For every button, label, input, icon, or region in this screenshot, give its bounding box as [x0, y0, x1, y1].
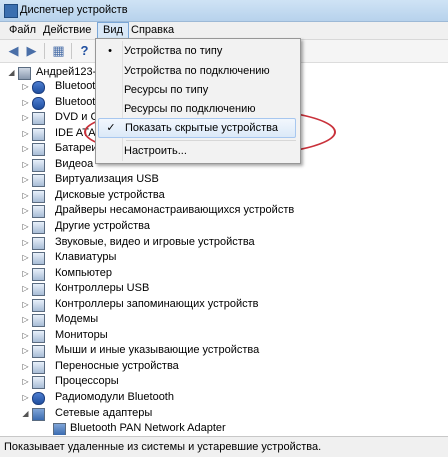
collapse-icon[interactable]: ◢ — [8, 65, 15, 80]
cpu-icon — [32, 376, 45, 390]
expand-icon[interactable]: ▷ — [22, 281, 29, 296]
menu-item-resources-by-type[interactable]: Ресурсы по типу — [98, 80, 296, 100]
help-icon[interactable]: ? — [77, 43, 92, 58]
sound-icon — [32, 236, 45, 250]
expand-icon[interactable]: ▷ — [22, 219, 29, 234]
expand-icon[interactable]: ▷ — [22, 188, 29, 203]
menu-item-resources-by-connection[interactable]: Ресурсы по подключению — [98, 99, 296, 119]
expand-icon[interactable]: ▷ — [22, 110, 29, 125]
expand-icon[interactable]: ▷ — [22, 343, 29, 358]
status-bar: Показывает удаленные из системы и устаре… — [0, 436, 448, 457]
toolbar-separator — [71, 43, 72, 59]
dvd-icon — [32, 112, 45, 126]
menu-item-show-hidden-devices[interactable]: ✓ Показать скрытые устройства — [98, 118, 296, 138]
tree-node-label: Модемы — [55, 313, 99, 326]
menu-view[interactable]: Вид — [97, 22, 129, 39]
usb-controller-icon — [32, 283, 45, 297]
menu-item-label: Устройства по типу — [124, 45, 223, 57]
expand-icon[interactable]: ▷ — [22, 359, 29, 374]
tree-node-label: Переносные устройства — [55, 359, 179, 372]
expand-icon[interactable]: ▷ — [22, 95, 29, 110]
expand-icon[interactable]: ▷ — [22, 266, 29, 281]
tree-node-label: Батареи — [55, 142, 98, 155]
ide-icon — [32, 127, 45, 141]
expand-icon[interactable]: ▷ — [22, 157, 29, 172]
properties-icon[interactable]: ▦ — [51, 43, 66, 58]
tree-node-label: Видеоа — [55, 157, 94, 170]
tree-node-label: Звуковые, видео и игровые устройства — [55, 235, 255, 248]
expand-icon[interactable]: ▷ — [22, 126, 29, 141]
bluetooth-icon — [32, 81, 45, 94]
tree-node-label: Дисковые устройства — [55, 188, 165, 201]
menu-item-label: Устройства по подключению — [124, 65, 270, 77]
display-icon — [32, 158, 45, 172]
tree-node-label: Клавиатуры — [55, 251, 117, 264]
modem-icon — [32, 314, 45, 328]
network-adapter-icon — [53, 423, 66, 435]
menu-item-label: Ресурсы по подключению — [124, 103, 256, 115]
tree-node-label: Виртуализация USB — [55, 173, 159, 186]
expand-icon[interactable]: ▷ — [22, 203, 29, 218]
storage-controller-icon — [32, 298, 45, 312]
bluetooth-icon — [32, 96, 45, 110]
menu-item-devices-by-type[interactable]: • Устройства по типу — [98, 41, 296, 61]
unknown-device-icon — [32, 220, 45, 234]
back-arrow-icon[interactable]: ◀ — [6, 43, 21, 58]
tree-node-label: Другие устройства — [55, 219, 150, 232]
expand-icon[interactable]: ▷ — [22, 390, 29, 405]
window-title: Диспетчер устройств — [20, 4, 128, 16]
expand-icon[interactable]: ▷ — [22, 328, 29, 343]
network-adapter-icon — [32, 407, 45, 421]
tree-node-label: Мыши и иные указывающие устройства — [55, 344, 260, 357]
keyboard-icon — [32, 252, 45, 266]
menu-file[interactable]: Файл — [4, 23, 41, 38]
view-menu: • Устройства по типу Устройства по подкл… — [95, 38, 301, 164]
toolbar-separator — [44, 43, 45, 59]
expand-icon[interactable]: ▷ — [22, 250, 29, 265]
menu-item-devices-by-connection[interactable]: Устройства по подключению — [98, 61, 296, 81]
mouse-icon — [32, 345, 45, 359]
battery-icon — [32, 143, 45, 157]
tree-node-label: Драйверы несамонастраивающихся устройств — [55, 204, 295, 217]
tree-node-label: Сетевые адаптеры — [55, 406, 153, 419]
menu-help[interactable]: Справка — [126, 23, 179, 38]
portable-device-icon — [32, 360, 45, 374]
tree-node-label: Радиомодули Bluetooth — [55, 391, 174, 403]
tree-node-label: Контроллеры USB — [55, 282, 150, 295]
expand-icon[interactable]: ▷ — [22, 141, 29, 156]
driver-icon — [32, 205, 45, 219]
collapse-icon[interactable]: ◢ — [22, 406, 29, 421]
forward-arrow-icon[interactable]: ▶ — [24, 43, 39, 58]
radio-bullet-icon: • — [108, 45, 112, 57]
menu-item-label: Показать скрытые устройства — [125, 122, 278, 134]
monitor-icon — [32, 329, 45, 343]
disk-icon — [32, 189, 45, 203]
title-bar: Диспетчер устройств — [0, 0, 448, 22]
expand-icon[interactable]: ▷ — [22, 297, 29, 312]
tree-node-label: Контроллеры запоминающих устройств — [55, 297, 259, 310]
expand-icon[interactable]: ▷ — [22, 235, 29, 250]
bluetooth-icon — [32, 392, 45, 405]
tree-node-label: Мониторы — [55, 328, 108, 341]
menu-item-label: Ресурсы по типу — [124, 84, 209, 96]
usb-icon — [32, 174, 45, 188]
expand-icon[interactable]: ▷ — [22, 79, 29, 94]
expand-icon[interactable]: ▷ — [22, 172, 29, 187]
menu-item-customize[interactable]: Настроить... — [98, 141, 296, 161]
tree-root-label: Андрей123-П — [36, 66, 105, 78]
tree-node-label: Компьютер — [55, 266, 112, 279]
device-manager-icon — [4, 4, 18, 18]
expand-icon[interactable]: ▷ — [22, 374, 29, 389]
menu-action[interactable]: Действие — [38, 23, 96, 38]
menu-item-label: Настроить... — [124, 145, 187, 157]
computer-icon — [32, 267, 45, 281]
tree-node-label: Процессоры — [55, 375, 119, 388]
status-text: Показывает удаленные из системы и устаре… — [4, 441, 322, 453]
tree-node-label: Bluetooth PAN Network Adapter — [70, 422, 226, 435]
checkmark-icon: ✓ — [106, 122, 116, 134]
expand-icon[interactable]: ▷ — [22, 312, 29, 327]
